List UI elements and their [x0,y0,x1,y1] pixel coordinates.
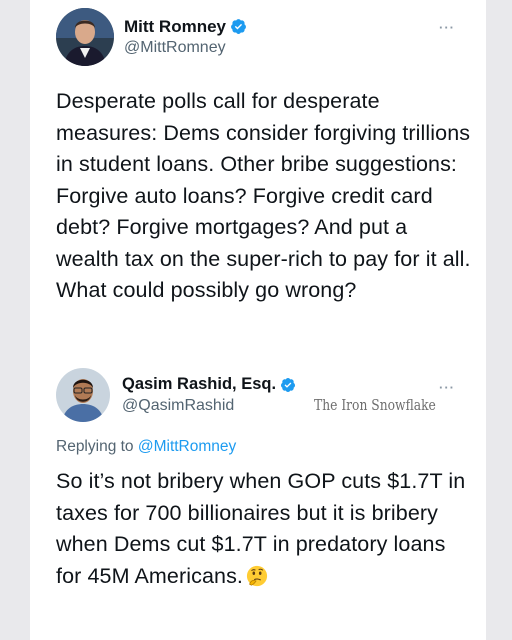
right-margin-panel [486,0,512,640]
author-handle[interactable]: @MittRomney [124,37,247,58]
more-options-icon[interactable]: ··· [439,380,455,395]
display-name[interactable]: Qasim Rashid, Esq. [122,374,276,395]
original-tweet-header: Mitt Romney @MittRomney [56,8,247,66]
avatar[interactable] [56,8,114,66]
author-block: Qasim Rashid, Esq. @QasimRashid [122,374,296,416]
more-options-icon[interactable]: ··· [439,20,455,35]
qasim-rashid-avatar-image [56,368,110,422]
verified-badge-icon [280,377,296,393]
reply-tweet-header: Qasim Rashid, Esq. @QasimRashid [56,368,296,422]
author-handle[interactable]: @QasimRashid [122,395,296,416]
replying-to-link[interactable]: @MittRomney [138,438,236,455]
watermark-text: The Iron Snowflake [314,396,436,414]
display-name[interactable]: Mitt Romney [124,16,226,37]
tweet-card: Mitt Romney @MittRomney ··· Desperate po… [30,0,486,640]
author-block: Mitt Romney @MittRomney [124,16,247,58]
replying-to-line: Replying to @MittRomney [56,438,236,456]
verified-badge-icon [230,18,247,35]
avatar[interactable] [56,368,110,422]
tweet-text: Desperate polls call for desperate measu… [56,89,471,302]
left-margin-panel [0,0,30,640]
replying-to-label: Replying to [56,438,134,455]
mitt-romney-avatar-image [56,8,114,66]
screenshot-frame: Mitt Romney @MittRomney ··· Desperate po… [0,0,512,640]
reply-text-block: So it’s not bribery when GOP cuts $1.7T … [56,466,476,596]
thinking-face-icon [246,565,268,597]
